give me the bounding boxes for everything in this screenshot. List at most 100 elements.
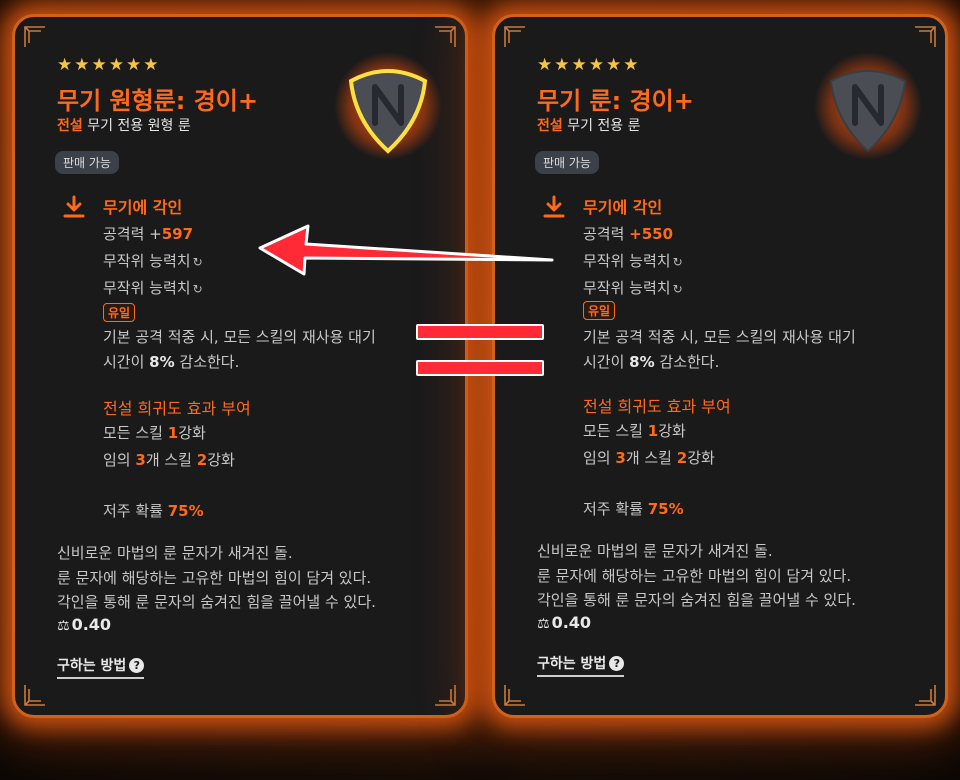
rune-stone-icon: [813, 51, 923, 161]
flavor-line-2: 룬 문자에 해당하는 고유한 마법의 힘이 담겨 있다.: [537, 567, 852, 585]
item-type: 무기 전용 룬: [567, 118, 641, 134]
skill-text: 임의: [583, 449, 616, 467]
random-stat-label: 무작위 능력치: [103, 252, 191, 270]
refresh-icon: ↻: [672, 282, 683, 296]
question-icon: ?: [129, 658, 145, 673]
curse-chance: 저주 확률 75%: [103, 500, 204, 521]
star-icon: ★: [606, 55, 622, 75]
corner-ornament-icon: [913, 683, 937, 707]
question-icon: ?: [609, 656, 625, 671]
effect-line-2: 시간이 8% 감소한다.: [103, 351, 239, 372]
star-icon: ★: [108, 55, 124, 75]
corner-ornament-icon: [433, 683, 457, 707]
effect-text: 감소한다.: [654, 353, 720, 371]
equals-sign-top-bar: [416, 324, 544, 340]
weight-icon: ⚖: [57, 618, 70, 634]
engrave-section-title: 무기에 각인: [583, 198, 663, 217]
star-icon: ★: [537, 55, 553, 75]
curse-value: 75%: [647, 500, 684, 518]
random-stat-2: 무작위 능력치 ↻: [583, 277, 683, 298]
effect-line-1: 기본 공격 적중 시, 모든 스킬의 재사용 대기: [103, 328, 376, 346]
attack-label: 공격력: [583, 225, 630, 243]
skill-text: 개 스킬: [145, 451, 197, 469]
item-subtitle: 전설 무기 전용 원형 룬: [57, 115, 191, 135]
how-to-obtain-label: 구하는 방법: [537, 656, 607, 672]
download-arrow-icon: [63, 195, 85, 219]
weight-icon: ⚖: [537, 616, 550, 632]
attack-stat: 공격력 +597: [103, 223, 193, 244]
skill-number: 3: [615, 449, 626, 467]
curse-label: 저주 확률: [583, 500, 648, 518]
corner-ornament-icon: [23, 683, 47, 707]
effect-line-1: 기본 공격 적중 시, 모든 스킬의 재사용 대기: [583, 328, 856, 346]
attack-value: 597: [161, 225, 194, 243]
rune-stone-icon: [333, 51, 443, 161]
rune-tooltip-card-left: ★ ★ ★ ★ ★ ★ 무기 원형룬: 경이+ 전설 무기 전용 원형 룬 판매…: [12, 14, 468, 718]
star-icon: ★: [623, 55, 639, 75]
skill-boost-all: 모든 스킬 1강화: [583, 420, 686, 441]
item-grade: 전설: [57, 118, 83, 134]
item-weight: ⚖ 0.40: [537, 613, 591, 632]
skill-number: 2: [196, 451, 208, 469]
sellable-badge: 판매 가능: [535, 151, 599, 174]
star-icon: ★: [143, 55, 159, 75]
star-icon: ★: [554, 55, 570, 75]
random-stat-label: 무작위 능력치: [583, 252, 671, 270]
attack-label: 공격력 +: [103, 225, 162, 243]
how-to-obtain-link[interactable]: 구하는 방법?: [57, 655, 145, 679]
refresh-icon: ↻: [192, 282, 203, 296]
skill-text: 강화: [207, 451, 235, 469]
flavor-line-3: 각인을 통해 룬 문자의 숨겨진 힘을 끌어낼 수 있다.: [57, 593, 376, 611]
skill-text: 강화: [658, 422, 686, 440]
item-grade: 전설: [537, 118, 563, 134]
equals-sign-bottom-bar: [416, 360, 544, 376]
corner-ornament-icon: [23, 25, 47, 49]
unique-badge: 유일: [103, 303, 136, 322]
engrave-section-title: 무기에 각인: [103, 198, 183, 217]
corner-ornament-icon: [433, 25, 457, 49]
how-to-obtain-label: 구하는 방법: [57, 658, 127, 674]
sellable-badge: 판매 가능: [55, 151, 119, 174]
skill-text: 강화: [687, 449, 715, 467]
download-arrow-icon: [543, 195, 565, 219]
refresh-icon: ↻: [672, 255, 683, 269]
star-icon: ★: [588, 55, 604, 75]
flavor-line-2: 룬 문자에 해당하는 고유한 마법의 힘이 담겨 있다.: [57, 569, 372, 587]
skill-number: 3: [135, 451, 146, 469]
how-to-obtain-link[interactable]: 구하는 방법?: [537, 653, 625, 677]
effect-text: 시간이: [103, 353, 150, 371]
skill-boost-random: 임의 3개 스킬 2강화: [103, 449, 235, 470]
star-icon: ★: [91, 55, 107, 75]
random-stat-1: 무작위 능력치 ↻: [103, 250, 203, 271]
effect-percent: 8%: [629, 353, 655, 371]
star-rating: ★ ★ ★ ★ ★ ★: [537, 57, 639, 74]
curse-label: 저주 확률: [103, 502, 168, 520]
random-stat-label: 무작위 능력치: [583, 279, 671, 297]
skill-text: 개 스킬: [625, 449, 677, 467]
effect-text: 감소한다.: [174, 353, 240, 371]
random-stat-1: 무작위 능력치 ↻: [583, 250, 683, 271]
item-title: 무기 룬: 경이+: [537, 87, 694, 115]
flavor-line-1: 신비로운 마법의 룬 문자가 새겨진 돌.: [537, 542, 773, 560]
left-arrow-icon: [256, 222, 556, 282]
item-subtitle: 전설 무기 전용 룬: [537, 115, 641, 135]
skill-number: 1: [647, 422, 659, 440]
flavor-line-3: 각인을 통해 룬 문자의 숨겨진 힘을 끌어낼 수 있다.: [537, 591, 856, 609]
skill-text: 임의: [103, 451, 136, 469]
rarity-section-title: 전설 희귀도 효과 부여: [583, 397, 731, 416]
corner-ornament-icon: [503, 683, 527, 707]
curse-chance: 저주 확률 75%: [583, 498, 684, 519]
effect-line-2: 시간이 8% 감소한다.: [583, 351, 719, 372]
rarity-section-title: 전설 희귀도 효과 부여: [103, 399, 251, 418]
refresh-icon: ↻: [192, 255, 203, 269]
random-stat-label: 무작위 능력치: [103, 279, 191, 297]
skill-number: 2: [676, 449, 688, 467]
random-stat-2: 무작위 능력치 ↻: [103, 277, 203, 298]
unique-badge: 유일: [583, 301, 616, 320]
corner-ornament-icon: [913, 25, 937, 49]
weight-value: 0.40: [71, 615, 112, 634]
weight-value: 0.40: [551, 613, 592, 632]
star-icon: ★: [57, 55, 73, 75]
attack-value: +550: [629, 225, 674, 243]
skill-boost-random: 임의 3개 스킬 2강화: [583, 447, 715, 468]
